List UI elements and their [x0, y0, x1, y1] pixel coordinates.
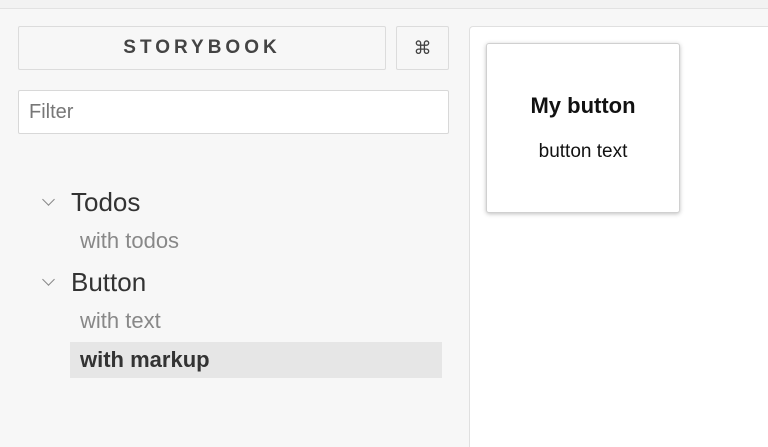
- kind-label: Todos: [71, 186, 141, 217]
- demo-text: button text: [538, 141, 628, 162]
- kind-button[interactable]: Button: [40, 267, 146, 297]
- command-icon: ⌘: [413, 37, 432, 59]
- shortcuts-button[interactable]: ⌘: [396, 26, 449, 70]
- chevron-down-icon: [42, 192, 55, 206]
- story-label: with todos: [80, 228, 180, 253]
- kind-todos[interactable]: Todos: [40, 187, 140, 217]
- window-top-strip: [0, 0, 768, 9]
- filter-input[interactable]: [18, 90, 449, 134]
- story-label: with markup: [80, 347, 210, 372]
- story-label: with text: [80, 308, 161, 333]
- storybook-brand-button[interactable]: STORYBOOK: [18, 26, 386, 70]
- kind-label: Button: [71, 266, 147, 297]
- story-with-todos[interactable]: with todos: [70, 223, 442, 259]
- chevron-down-icon: [42, 272, 55, 286]
- story-with-text[interactable]: with text: [70, 303, 442, 339]
- my-button-demo[interactable]: My button button text: [486, 43, 680, 213]
- demo-title: My button: [530, 93, 636, 118]
- stories-panel: STORYBOOK ⌘ Todos with todos Button with…: [0, 9, 468, 446]
- preview-canvas: My button button text: [469, 26, 768, 447]
- story-with-markup[interactable]: with markup: [70, 342, 442, 378]
